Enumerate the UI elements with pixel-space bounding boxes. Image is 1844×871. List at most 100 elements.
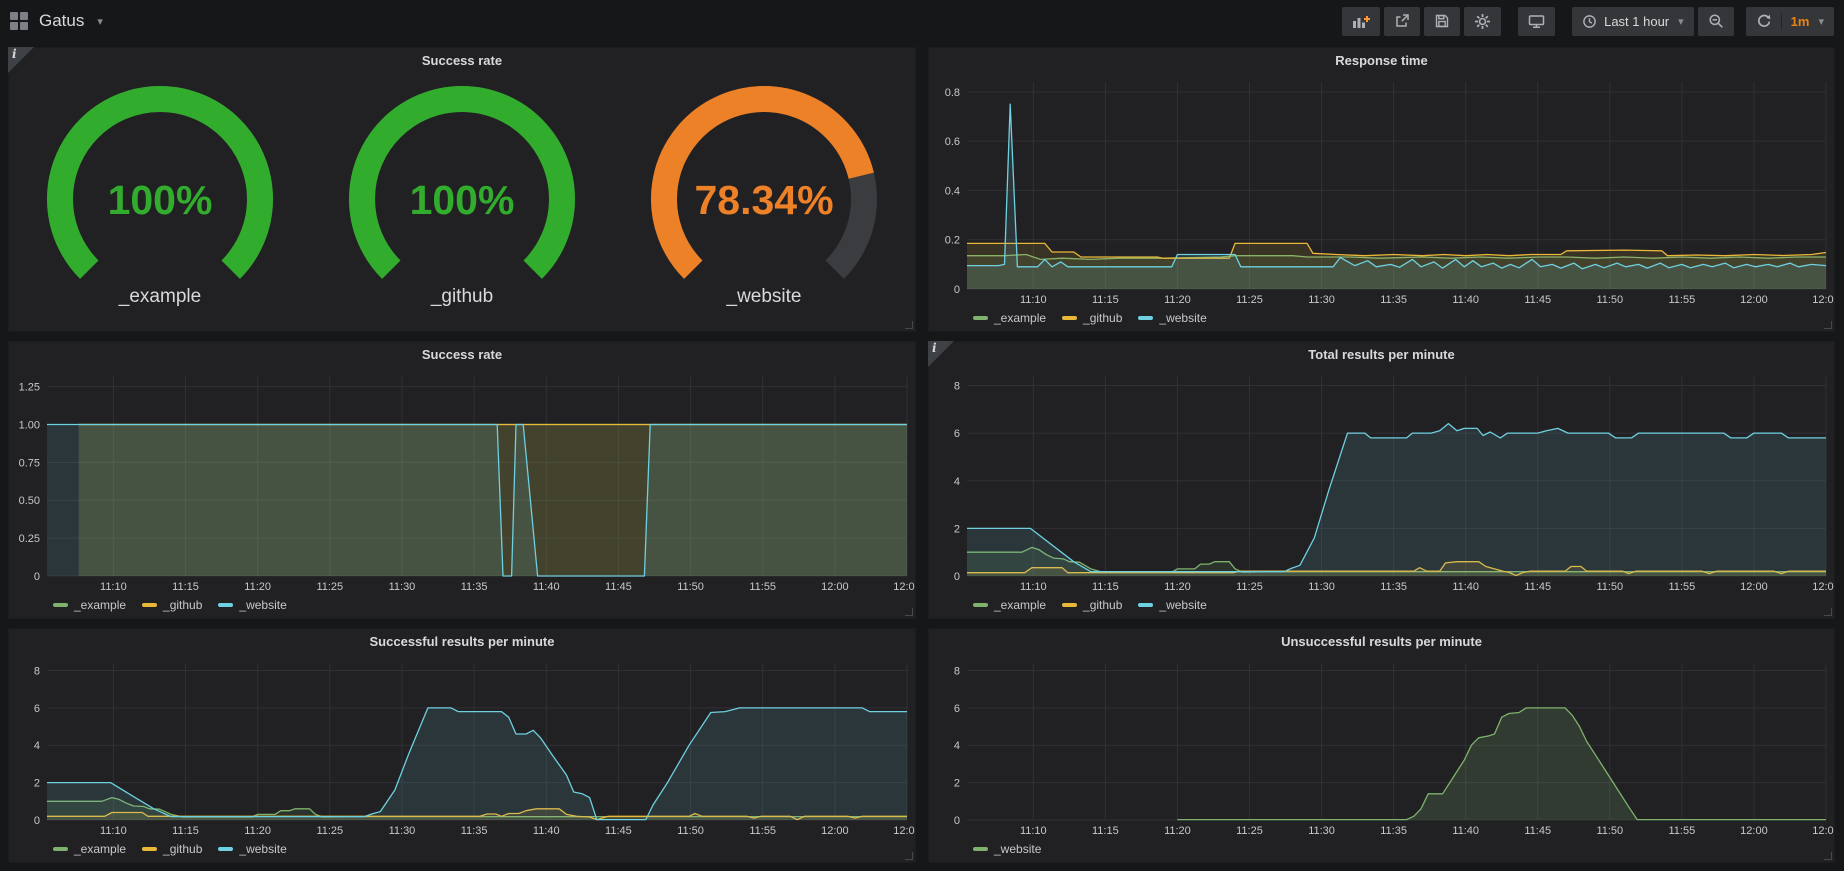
gauge-_website: 78.34%_website	[632, 79, 896, 308]
gauge-label: _github	[431, 286, 493, 308]
legend-item-_github[interactable]: _github	[1062, 311, 1122, 325]
panel-resize-handle[interactable]	[1824, 608, 1832, 616]
svg-text:12:05: 12:05	[893, 825, 915, 837]
svg-text:11:45: 11:45	[1524, 825, 1551, 837]
svg-text:11:50: 11:50	[1596, 825, 1623, 837]
legend-label: _example	[74, 598, 126, 612]
panel-resize-handle[interactable]	[1824, 852, 1832, 860]
legend-color-dash	[1138, 316, 1153, 320]
panel-title[interactable]: Unsuccessful results per minute	[929, 629, 1834, 654]
zoom-out-button[interactable]	[1698, 7, 1734, 36]
svg-text:12:05: 12:05	[1812, 581, 1834, 593]
svg-text:11:30: 11:30	[1308, 581, 1335, 593]
dashboard-title-caret-icon[interactable]: ▾	[97, 15, 103, 28]
legend-item-_example[interactable]: _example	[53, 842, 126, 856]
legend-label: _website	[239, 842, 286, 856]
svg-text:6: 6	[954, 428, 960, 440]
svg-text:11:25: 11:25	[1236, 581, 1263, 593]
gauge-value: 100%	[108, 177, 213, 223]
panel-info-icon[interactable]: i	[928, 341, 954, 367]
svg-text:0.25: 0.25	[19, 533, 40, 545]
svg-text:11:45: 11:45	[1524, 581, 1551, 593]
chart-legend: _example _github _website	[9, 594, 915, 618]
legend-item-_github[interactable]: _github	[142, 842, 202, 856]
dashboards-grid-icon[interactable]	[10, 12, 28, 30]
dashboard-title[interactable]: Gatus	[39, 11, 84, 31]
svg-text:0: 0	[954, 284, 960, 296]
time-range-button[interactable]: Last 1 hour ▾	[1572, 7, 1694, 36]
svg-text:11:15: 11:15	[1092, 825, 1119, 837]
panel-info-icon[interactable]: i	[8, 47, 34, 73]
legend-item-_example[interactable]: _example	[973, 311, 1046, 325]
share-button[interactable]	[1384, 7, 1420, 36]
chart-canvas[interactable]: 0246811:1011:1511:2011:2511:3011:3511:40…	[929, 367, 1834, 594]
svg-text:11:25: 11:25	[1236, 825, 1263, 837]
top-navbar: Gatus ▾	[0, 0, 1844, 42]
panel-title[interactable]: Success rate	[9, 342, 915, 367]
svg-text:12:05: 12:05	[1812, 825, 1834, 837]
panel-resize-handle[interactable]	[905, 852, 913, 860]
chart-canvas[interactable]: 00.20.40.60.811:1011:1511:2011:2511:3011…	[929, 73, 1834, 307]
legend-item-_website[interactable]: _website	[1138, 311, 1206, 325]
legend-item-_website[interactable]: _website	[218, 598, 286, 612]
panel-response-time: Response time 00.20.40.60.811:1011:1511:…	[928, 47, 1835, 332]
legend-item-_github[interactable]: _github	[1062, 598, 1122, 612]
refresh-button-group[interactable]: 1m ▾	[1746, 7, 1834, 36]
svg-text:11:10: 11:10	[1020, 825, 1047, 837]
svg-text:4: 4	[954, 740, 960, 752]
gauge-label: _example	[119, 286, 201, 308]
svg-text:11:30: 11:30	[1308, 825, 1335, 837]
panel-resize-handle[interactable]	[905, 321, 913, 329]
refresh-interval-caret-icon[interactable]: ▾	[1818, 15, 1824, 28]
settings-button[interactable]	[1464, 7, 1501, 36]
svg-text:0: 0	[954, 571, 960, 583]
svg-text:11:50: 11:50	[677, 825, 704, 837]
panel-title[interactable]: Successful results per minute	[9, 629, 915, 654]
svg-text:0: 0	[34, 815, 40, 827]
svg-text:0.2: 0.2	[945, 235, 960, 247]
svg-text:11:30: 11:30	[389, 825, 416, 837]
svg-text:2: 2	[954, 523, 960, 535]
tv-mode-button[interactable]	[1518, 7, 1555, 36]
svg-text:0.75: 0.75	[19, 457, 40, 469]
legend-label: _example	[994, 311, 1046, 325]
legend-item-_website[interactable]: _website	[973, 842, 1041, 856]
button-divider	[1781, 13, 1782, 30]
legend-label: _example	[994, 598, 1046, 612]
gear-icon	[1474, 13, 1491, 30]
legend-color-dash	[142, 847, 157, 851]
svg-text:11:10: 11:10	[100, 825, 127, 837]
panel-success-rate-gauges: i Success rate 100%_example100%_github78…	[8, 47, 916, 332]
chart-legend: _example _github _website	[9, 838, 915, 862]
refresh-interval-label[interactable]: 1m	[1791, 14, 1810, 29]
panel-title[interactable]: Total results per minute	[929, 342, 1834, 367]
clock-icon	[1582, 14, 1597, 29]
svg-text:11:40: 11:40	[1452, 825, 1479, 837]
add-panel-button[interactable]	[1342, 7, 1380, 36]
svg-text:11:25: 11:25	[316, 825, 343, 837]
chart-canvas[interactable]: 00.250.500.751.001.2511:1011:1511:2011:2…	[9, 367, 915, 594]
chart-canvas[interactable]: 0246811:1011:1511:2011:2511:3011:3511:40…	[9, 654, 915, 838]
legend-item-_website[interactable]: _website	[1138, 598, 1206, 612]
legend-item-_website[interactable]: _website	[218, 842, 286, 856]
legend-color-dash	[142, 603, 157, 607]
svg-text:11:10: 11:10	[100, 581, 127, 593]
panel-resize-handle[interactable]	[1824, 321, 1832, 329]
panel-total-results: i Total results per minute 0246811:1011:…	[928, 341, 1835, 619]
legend-item-_example[interactable]: _example	[53, 598, 126, 612]
svg-text:11:50: 11:50	[1596, 581, 1623, 593]
legend-item-_github[interactable]: _github	[142, 598, 202, 612]
legend-item-_example[interactable]: _example	[973, 598, 1046, 612]
panel-resize-handle[interactable]	[905, 608, 913, 616]
panel-title[interactable]: Success rate	[9, 48, 915, 73]
save-button[interactable]	[1424, 7, 1460, 36]
svg-text:11:20: 11:20	[244, 581, 271, 593]
legend-color-dash	[1062, 603, 1077, 607]
svg-text:11:20: 11:20	[244, 825, 271, 837]
time-range-label: Last 1 hour	[1604, 14, 1669, 29]
chart-canvas[interactable]: 0246811:1011:1511:2011:2511:3011:3511:40…	[929, 654, 1834, 838]
panel-title[interactable]: Response time	[929, 48, 1834, 73]
svg-text:11:55: 11:55	[1669, 825, 1696, 837]
svg-text:11:20: 11:20	[1164, 825, 1191, 837]
legend-color-dash	[53, 847, 68, 851]
